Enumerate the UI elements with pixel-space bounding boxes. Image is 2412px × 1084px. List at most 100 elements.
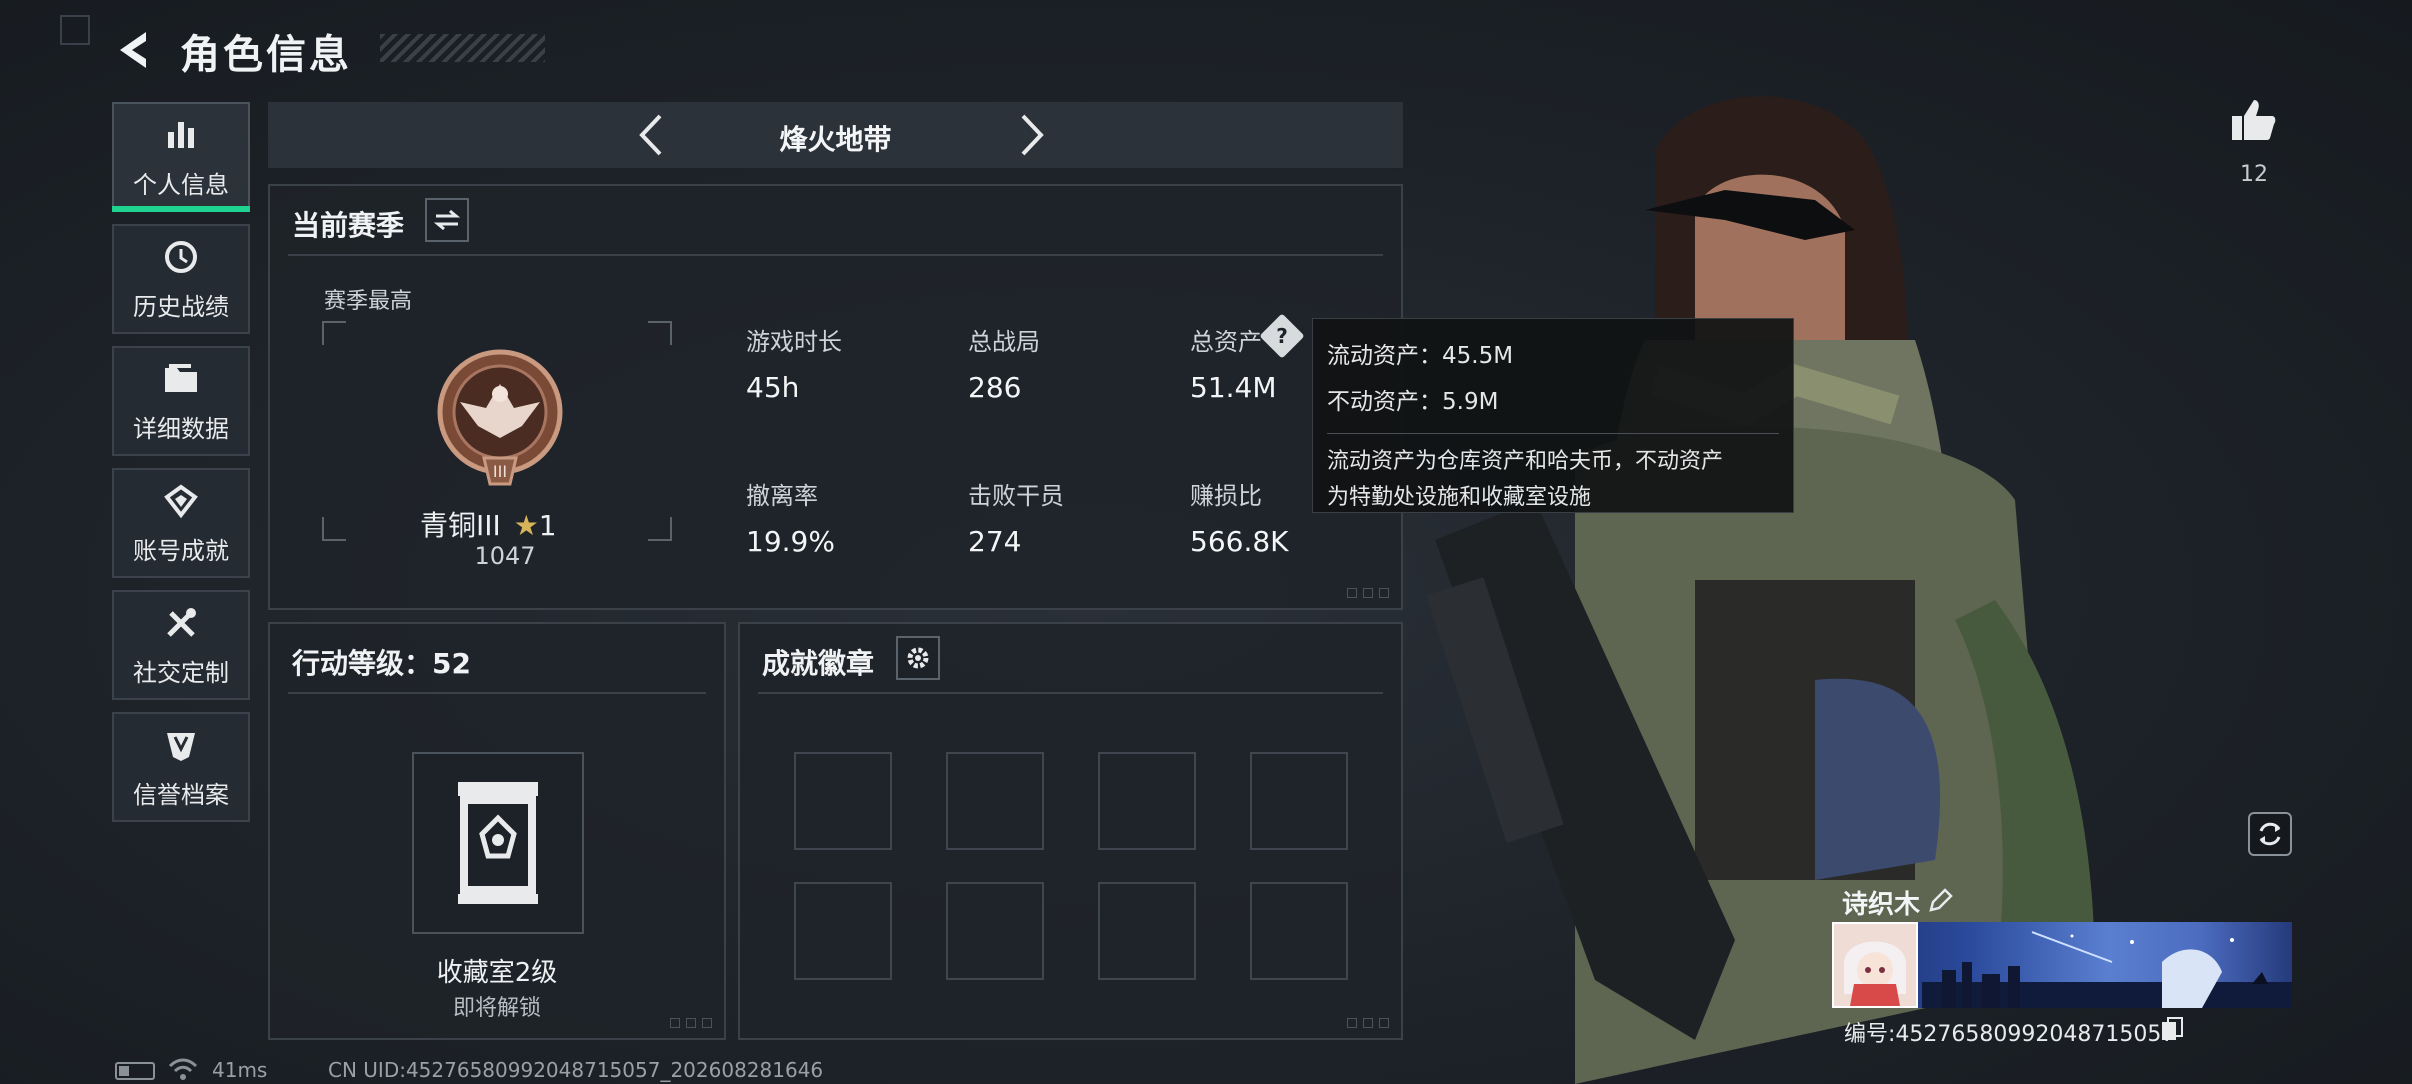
badge-slot[interactable] [794, 752, 892, 850]
wifi-icon [168, 1058, 198, 1080]
nav-item-history[interactable]: 历史战绩 [112, 224, 250, 334]
badge-slot[interactable] [1250, 752, 1348, 850]
badge-slot[interactable] [1098, 882, 1196, 980]
like-count: 12 [2240, 162, 2268, 187]
nav-label: 账号成就 [133, 536, 229, 565]
badge-slot[interactable] [946, 882, 1044, 980]
stat-value: 566.8K [1190, 525, 1289, 558]
stat-profit-loss: 赚损比 566.8K [1190, 476, 1289, 558]
corner-decoration [652, 1018, 712, 1028]
stat-operators-defeated: 击败干员 274 [968, 476, 1064, 558]
tooltip-desc-line1: 流动资产为仓库资产和哈夫币，不动资产 [1327, 449, 1724, 474]
page-title: 角色信息 [180, 32, 352, 78]
stat-total-matches: 总战局 286 [968, 322, 1040, 404]
stat-value: 45h [746, 371, 800, 404]
history-clock-icon [161, 237, 201, 277]
chevron-right-icon [1021, 114, 1044, 156]
player-id: 编号:4527658099204871505​7 [1844, 1022, 2176, 1047]
badge-slot[interactable] [1250, 882, 1348, 980]
bar-chart-icon [161, 115, 201, 155]
stat-value: 51.4M [1190, 371, 1277, 404]
season-panel: 当前赛季 赛季最高 III 青铜III ★1 1047 游戏时长 45h 总战局… [268, 184, 1403, 610]
tooltip-liquid-assets: 流动资产：45.5M [1327, 343, 1514, 369]
nav-item-achievements[interactable]: 账号成就 [112, 468, 250, 578]
nav-item-credit-file[interactable]: 信誉档案 [112, 712, 250, 822]
nav-label: 社交定制 [133, 658, 229, 687]
nav-label: 历史战绩 [133, 292, 229, 321]
rank-name: 青铜III ★1 [420, 504, 590, 544]
name-card-banner[interactable] [1832, 922, 2292, 1008]
rank-stars: 1 [538, 509, 557, 542]
mode-title: 烽火地带 [779, 123, 892, 156]
folder-icon [161, 359, 201, 399]
season-switch-button[interactable] [425, 198, 469, 242]
title-decoration [380, 34, 545, 62]
ping-latency: 41ms [212, 1058, 268, 1082]
action-level-heading: 行动等级：52 [292, 647, 471, 680]
thumbs-up-icon [2232, 100, 2276, 140]
achievement-icon [161, 481, 201, 521]
nav-item-personal-info[interactable]: 个人信息 [112, 102, 250, 212]
credit-shield-icon [161, 725, 201, 765]
stat-play-time: 游戏时长 45h [746, 322, 842, 404]
copy-icon[interactable] [2160, 1016, 2184, 1042]
rank-score: 1047 [474, 542, 536, 570]
corner-decoration [1329, 588, 1389, 598]
season-heading: 当前赛季 [292, 209, 405, 242]
uid-footer: CN UID:4527658099204871505​7_20260828164… [328, 1058, 824, 1082]
tooltip-fixed-assets: 不动资产：5.9M [1327, 389, 1499, 415]
stat-label: 撤离率 [746, 482, 818, 510]
stat-value: 286 [968, 371, 1022, 404]
nav-label: 详细数据 [133, 414, 229, 443]
refresh-button[interactable] [2248, 812, 2292, 856]
rank-title: 青铜III [420, 509, 501, 542]
stat-value: 19.9% [746, 525, 835, 558]
stat-extract-rate: 撤离率 19.9% [746, 476, 835, 558]
stat-label: 总战局 [968, 328, 1040, 356]
corner-decoration [1329, 1018, 1389, 1028]
player-name-card: 诗织木 [1832, 880, 2292, 1010]
svg-text:III: III [493, 462, 507, 481]
player-avatar[interactable] [1832, 922, 1918, 1008]
tools-icon [161, 603, 201, 643]
badge-slot[interactable] [794, 882, 892, 980]
divider [758, 692, 1383, 694]
back-arrow-icon [120, 32, 146, 68]
badge-slot[interactable] [946, 752, 1044, 850]
edit-pencil-icon[interactable] [1927, 886, 1955, 914]
divider [288, 692, 706, 694]
nav-item-social-custom[interactable]: 社交定制 [112, 590, 250, 700]
action-level-panel: 行动等级：52 收藏室2级 即将解锁 [268, 622, 726, 1040]
achievement-settings-button[interactable] [896, 636, 940, 680]
player-nickname: 诗织木 [1842, 890, 1921, 920]
asset-tooltip: 流动资产：45.5M 不动资产：5.9M 流动资产为仓库资产和哈夫币，不动资产 … [1312, 318, 1794, 513]
achievements-heading: 成就徽章 [762, 647, 875, 680]
gear-icon [907, 647, 929, 669]
badge-slot[interactable] [1098, 752, 1196, 850]
tooltip-divider [1327, 433, 1779, 434]
tooltip-desc-line2: 为特勤处设施和收藏室设施 [1327, 485, 1592, 510]
divider [288, 254, 1383, 256]
anime-avatar-image [1834, 924, 1916, 1006]
nav-label: 个人信息 [133, 170, 229, 199]
back-button[interactable] [112, 28, 162, 72]
stat-value: 274 [968, 525, 1022, 558]
side-nav: 个人信息 历史战绩 详细数据 账号成就 社交定制 信誉档案 [112, 102, 250, 834]
achievement-badges-panel: 成就徽章 [738, 622, 1403, 1040]
stat-label: 游戏时长 [746, 328, 842, 356]
nav-item-detailed-data[interactable]: 详细数据 [112, 346, 250, 456]
corner-decoration [60, 15, 90, 45]
bronze-rank-badge-icon: III [437, 349, 563, 486]
like-button[interactable] [2228, 96, 2278, 144]
mode-selector: 烽火地带 [268, 102, 1403, 168]
collection-room-button[interactable] [412, 752, 584, 934]
collection-room-name: 收藏室2级 [436, 958, 558, 988]
mode-next-button[interactable] [1005, 110, 1055, 160]
stat-label: 赚损比 [1190, 482, 1262, 510]
refresh-icon [2259, 822, 2281, 846]
star-icon: ★ [513, 509, 539, 542]
help-question-icon[interactable]: ? [1259, 313, 1305, 359]
collection-room-icon [458, 782, 538, 904]
battery-icon [115, 1062, 155, 1080]
stat-label: 击败干员 [968, 482, 1064, 510]
